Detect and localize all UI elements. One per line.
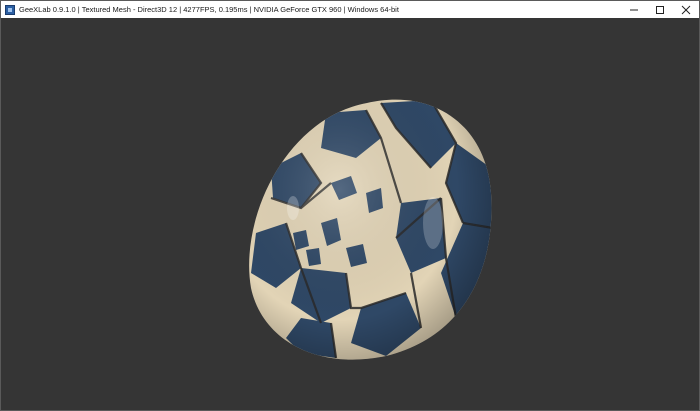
minimize-button[interactable] xyxy=(621,1,647,18)
maximize-icon xyxy=(656,5,664,14)
render-viewport[interactable] xyxy=(1,18,699,410)
maximize-button[interactable] xyxy=(647,1,673,18)
app-window: GeeXLab 0.9.1.0 | Textured Mesh - Direct… xyxy=(0,0,700,411)
title-bar[interactable]: GeeXLab 0.9.1.0 | Textured Mesh - Direct… xyxy=(1,1,699,18)
window-controls xyxy=(621,1,699,18)
close-button[interactable] xyxy=(673,1,699,18)
minimize-icon xyxy=(630,9,638,10)
close-icon xyxy=(681,5,691,14)
window-title: GeeXLab 0.9.1.0 | Textured Mesh - Direct… xyxy=(19,5,399,14)
torus-surface xyxy=(249,99,492,360)
textured-torus xyxy=(249,99,492,360)
app-icon[interactable] xyxy=(5,4,15,15)
